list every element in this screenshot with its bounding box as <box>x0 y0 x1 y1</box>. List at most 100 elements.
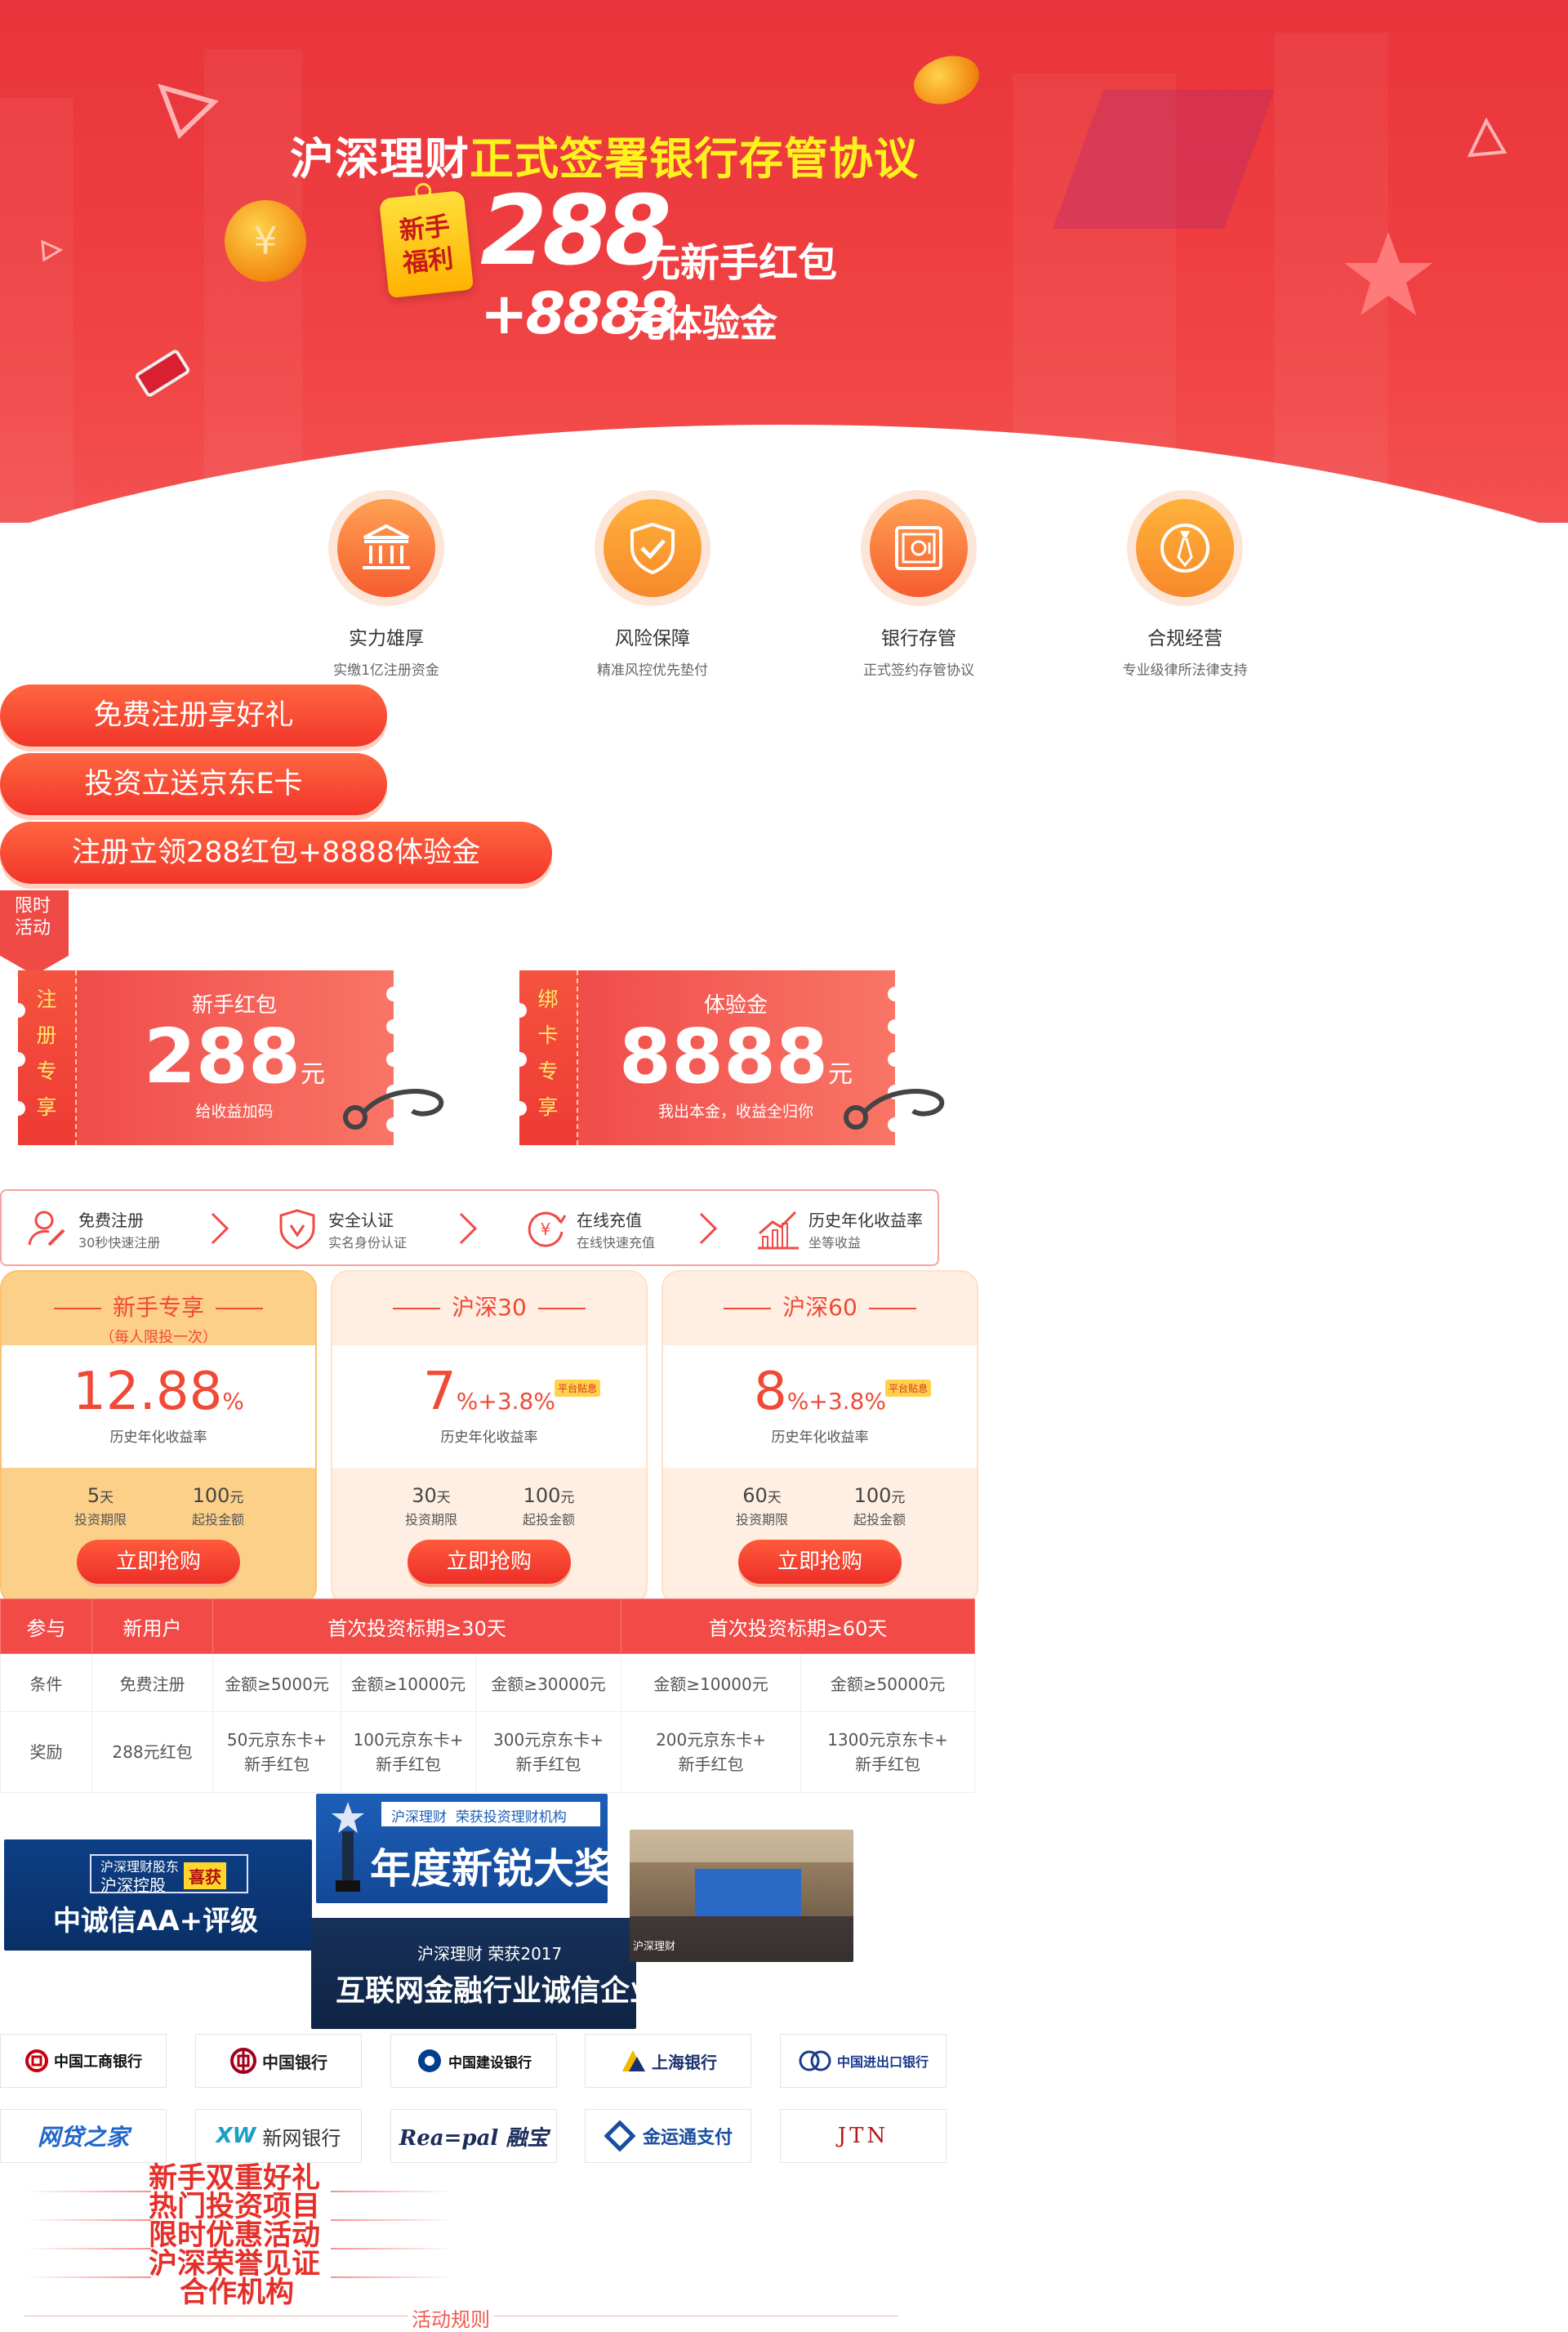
feature-desc: 专业级律所法律支持 <box>1122 662 1248 679</box>
svg-text:¥: ¥ <box>541 1220 551 1239</box>
triangle-deco-icon <box>158 83 219 140</box>
invest-jd-card-button[interactable]: 投资立送京东E卡 <box>0 753 387 815</box>
table-header: 首次投资标期≥30天 <box>212 1599 622 1654</box>
buy-now-button[interactable]: 立即抢购 <box>738 1540 902 1584</box>
product-rate-label: 历史年化收益率 <box>109 1429 207 1446</box>
buy-now-button[interactable]: 立即抢购 <box>408 1540 571 1584</box>
product-card-hs30: 沪深30 7%+3.8% 平台贴息 历史年化收益率 30天 投资期限 100元 … <box>331 1270 648 1605</box>
table-row: 奖励 288元红包 50元京东卡+ 新手红包 100元京东卡+ 新手红包 300元京… <box>0 1711 976 1793</box>
hero-amount-8888-label: 元体验金 <box>627 301 777 346</box>
product-rate: 12.88% <box>73 1362 244 1422</box>
trophy-icon <box>332 1802 364 1892</box>
icbc-logo-icon <box>25 2049 48 2072</box>
table-cell: 金额≥5000元 <box>212 1653 341 1712</box>
register-gift-button[interactable]: 免费注册享好礼 <box>0 684 387 747</box>
product-card-newbie: 新手专享 （每人限投一次） 12.88% 历史年化收益率 5天 投资期限 100… <box>0 1270 317 1605</box>
feature-desc: 实缴1亿注册资金 <box>333 662 439 679</box>
gift-box-deco <box>133 348 192 399</box>
table-cell: 免费注册 <box>91 1653 213 1712</box>
table-cell: 300元京东卡+ 新手红包 <box>474 1711 622 1793</box>
chevron-right-icon <box>459 1212 478 1245</box>
ccb-logo-icon <box>418 2049 441 2072</box>
feature-desc: 正式签约存管协议 <box>863 662 974 679</box>
buy-now-button[interactable]: 立即抢购 <box>77 1540 240 1584</box>
partner-logo-wdzj: 网贷之家 <box>0 2109 167 2163</box>
product-card-hs60: 沪深60 8%+3.8% 平台贴息 历史年化收益率 60天 投资期限 100元 … <box>662 1270 978 1605</box>
product-rate-label: 历史年化收益率 <box>440 1429 538 1446</box>
nav-honors[interactable]: 沪深荣誉见证 <box>149 2250 320 2279</box>
partner-logo-boc: 中国银行 <box>195 2034 362 2088</box>
table-header: 首次投资标期≥60天 <box>621 1599 976 1654</box>
yuan-refresh-icon: ¥ <box>528 1211 567 1247</box>
table-cell: 金额≥50000元 <box>800 1653 976 1712</box>
table-cell: 金额≥30000元 <box>474 1653 622 1712</box>
hero-amount-288-label: 元新手红包 <box>641 240 838 286</box>
eximbank-logo-icon <box>799 2050 831 2071</box>
coupon-hook-icon <box>343 1089 444 1130</box>
award-rookie: 沪深理财 荣获投资理财机构 年度新锐大奖 <box>316 1794 608 1903</box>
table-cell: 条件 <box>0 1653 92 1712</box>
limited-time-badge: 限时 活动 <box>0 890 69 975</box>
table-row: 条件 免费注册 金额≥5000元 金额≥10000元 金额≥30000元 金额≥… <box>0 1653 976 1712</box>
reward-rules-table: 参与 新用户 首次投资标期≥30天 首次投资标期≥60天 条件 免费注册 金额≥… <box>0 1599 976 1793</box>
nav-limited-offers[interactable]: 限时优惠活动 <box>149 2222 320 2250</box>
table-cell: 奖励 <box>0 1711 92 1793</box>
aa-rating-title: 中诚信AA+评级 <box>53 1905 259 1937</box>
feature-title: 合规经营 <box>1147 628 1223 649</box>
coupon-experience-fund[interactable]: 绑卡专享 体验金 8888元 我出本金，收益全归你 <box>512 970 902 1145</box>
nav-partners[interactable]: 合作机构 <box>180 2279 294 2307</box>
hero-amount-288: 288 <box>480 174 671 287</box>
nav-newbie-gifts[interactable]: 新手双重好礼 <box>149 2165 320 2193</box>
integrity-award-title: 互联网金融行业诚信企业奖 <box>336 1973 636 2008</box>
feature-strength: 实力雄厚 实缴1亿注册资金 <box>296 490 476 679</box>
award-aa-rating: 沪深理财股东 沪深控股 喜获 中诚信AA+评级 <box>4 1839 312 1951</box>
safe-icon <box>870 499 968 597</box>
table-header: 参与 <box>0 1599 92 1654</box>
table-cell: 金额≥10000元 <box>621 1653 802 1712</box>
feature-title: 风险保障 <box>615 628 690 649</box>
nav-hot-projects[interactable]: 热门投资项目 <box>149 2193 320 2222</box>
table-header: 新用户 <box>91 1599 213 1654</box>
partner-logo-reapal: Rea=pal 融宝 <box>390 2109 557 2163</box>
register-bonus-button[interactable]: 注册立领288红包+8888体验金 <box>0 822 552 884</box>
feature-title: 银行存管 <box>881 628 956 649</box>
triangle-deco-icon <box>1467 117 1508 158</box>
product-name: 沪深60 <box>663 1272 977 1322</box>
tie-icon <box>1136 499 1234 597</box>
feature-custody: 银行存管 正式签约存管协议 <box>829 490 1009 679</box>
coin-deco: ¥ <box>225 200 306 282</box>
partner-logo-jtn: JTN <box>780 2109 947 2163</box>
coin-deco <box>907 47 986 113</box>
product-name: 沪深30 <box>332 1272 646 1322</box>
shield-v-icon <box>279 1209 315 1250</box>
newbie-welfare-tag: 新手 福利 <box>378 182 474 299</box>
product-term: 60天 投资期限 <box>735 1484 788 1527</box>
bg-building <box>0 98 74 523</box>
product-min-amount: 100元 起投金额 <box>853 1484 906 1527</box>
coupon-red-packet[interactable]: 注册专享 新手红包 288元 给收益加码 <box>11 970 401 1145</box>
table-cell: 金额≥10000元 <box>341 1653 476 1712</box>
triangle-deco-icon <box>41 239 64 262</box>
product-min-amount: 100元 起投金额 <box>522 1484 575 1527</box>
coupon-hook-icon <box>844 1089 945 1130</box>
platform-subsidy-badge: 平台贴息 <box>885 1380 932 1397</box>
bosc-logo-icon <box>622 2050 645 2071</box>
jytpay-logo-icon <box>604 2120 636 2152</box>
star-deco-icon <box>1344 232 1432 315</box>
table-cell: 288元红包 <box>91 1711 213 1793</box>
feature-compliance: 合规经营 专业级律所法律支持 <box>1095 490 1275 679</box>
chevron-right-icon <box>699 1212 718 1245</box>
award-integrity: 沪深理财 荣获2017 互联网金融行业诚信企业奖 <box>311 1918 636 2029</box>
product-min-amount: 100元 起投金额 <box>191 1484 244 1527</box>
hero-banner: ¥ 沪深理财正式签署银行存管协议 新手 福利 288 元新手红包 +8888 元体… <box>0 0 1568 523</box>
partner-logo-xwbank: XW 新网银行 <box>195 2109 362 2163</box>
platform-subsidy-badge: 平台贴息 <box>555 1380 601 1397</box>
bank-icon <box>337 499 435 597</box>
product-name: 新手专享 <box>2 1272 315 1322</box>
growth-chart-icon <box>758 1211 799 1250</box>
conference-photo: 沪深理财 <box>630 1830 853 1962</box>
boc-logo-icon <box>230 2048 256 2074</box>
shield-check-icon <box>604 499 702 597</box>
partner-logo-icbc: 中国工商银行 <box>0 2034 167 2088</box>
feature-title: 实力雄厚 <box>349 628 424 649</box>
